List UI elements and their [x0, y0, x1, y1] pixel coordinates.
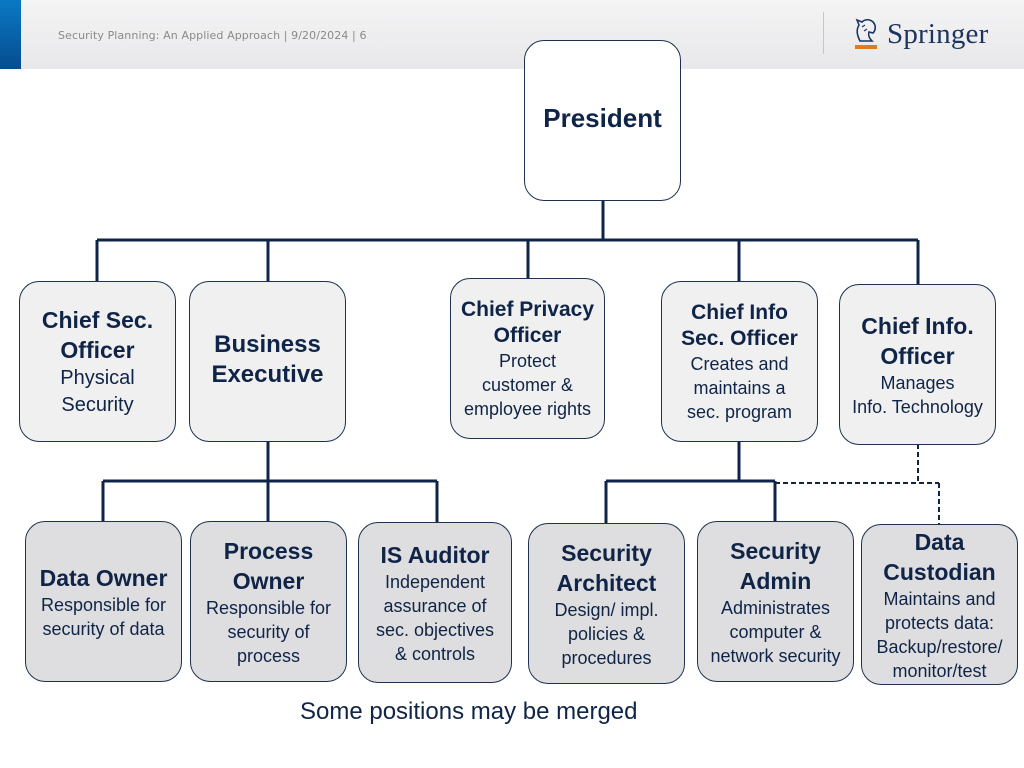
chief-sec-officer-box[interactable]: Chief Sec. Officer Physical Security [19, 281, 176, 442]
process-owner-box[interactable]: Process Owner Responsible for security o… [190, 521, 347, 682]
chief-sec-officer-desc: Physical Security [60, 366, 135, 416]
is-auditor-title: IS Auditor [380, 541, 490, 568]
process-owner-title: Process Owner [223, 537, 314, 594]
data-custodian-title: Data Custodian [883, 528, 996, 585]
chief-sec-officer-title: Chief Sec. Officer [41, 306, 154, 363]
caption: Some positions may be merged [300, 698, 638, 725]
data-owner-title: Data Owner [39, 564, 168, 591]
chief-info-sec-officer-title: Chief Info Sec. Officer [681, 300, 798, 350]
security-admin-title: Security Admin [730, 537, 821, 594]
security-architect-title: Security Architect [556, 539, 657, 596]
data-custodian-desc: Maintains and protects data: Backup/rest… [876, 588, 1003, 681]
chief-info-officer-desc: Manages Info. Technology [852, 372, 983, 417]
president-title: President [543, 103, 662, 133]
is-auditor-desc: Independent assurance of sec. objectives… [375, 571, 495, 664]
chief-privacy-officer-desc: Protect customer & employee rights [463, 350, 592, 419]
chief-privacy-officer-box[interactable]: Chief Privacy Officer Protect customer &… [450, 278, 605, 439]
is-auditor-box[interactable]: IS Auditor Independent assurance of sec.… [358, 522, 512, 683]
president-box[interactable]: President [524, 40, 681, 201]
chief-info-officer-title: Chief Info. Officer [861, 312, 974, 369]
business-executive-title: Business Executive [211, 331, 324, 388]
security-admin-box[interactable]: Security Admin Administrates computer & … [697, 521, 854, 682]
data-owner-box[interactable]: Data Owner Responsible for security of d… [25, 521, 182, 682]
security-admin-desc: Administrates computer & network securit… [710, 597, 841, 666]
security-architect-box[interactable]: Security Architect Design/ impl. policie… [528, 523, 685, 684]
data-owner-desc: Responsible for security of data [40, 594, 167, 639]
chief-info-sec-officer-box[interactable]: Chief Info Sec. Officer Creates and main… [661, 281, 818, 442]
process-owner-desc: Responsible for security of process [205, 597, 332, 666]
business-executive-box[interactable]: Business Executive [189, 281, 346, 442]
security-architect-desc: Design/ impl. policies & procedures [554, 599, 659, 668]
data-custodian-box[interactable]: Data Custodian Maintains and protects da… [861, 524, 1018, 685]
chief-info-sec-officer-desc: Creates and maintains a sec. program [686, 353, 793, 422]
chief-privacy-officer-title: Chief Privacy Officer [460, 297, 595, 347]
chief-info-officer-box[interactable]: Chief Info. Officer Manages Info. Techno… [839, 284, 996, 445]
